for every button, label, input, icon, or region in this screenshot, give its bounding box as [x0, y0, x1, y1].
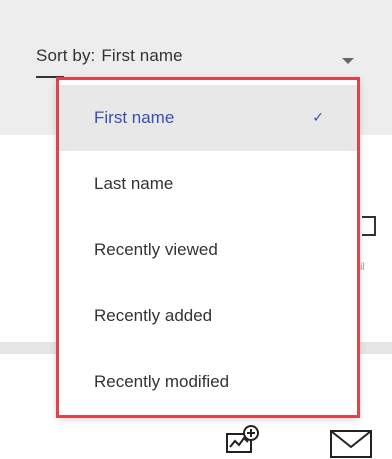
checkmark-icon: ✓: [312, 109, 324, 125]
option-label: Recently modified: [94, 372, 230, 391]
sort-current-value: First name: [101, 46, 183, 65]
edit-icon[interactable]: [362, 216, 376, 236]
option-label: First name: [94, 108, 175, 127]
mail-icon[interactable]: [330, 430, 372, 458]
sort-option-recently-added[interactable]: Recently added: [58, 283, 358, 349]
chart-plus-icon[interactable]: [226, 425, 260, 455]
sort-option-recently-viewed[interactable]: Recently viewed: [58, 217, 358, 283]
sort-option-last-name[interactable]: Last name: [58, 151, 358, 217]
sort-label: Sort by: First name: [36, 46, 183, 66]
sort-dropdown-menu: First name ✓ Last name Recently viewed R…: [58, 79, 358, 416]
sort-prefix: Sort by:: [36, 46, 96, 65]
option-label: Recently added: [94, 306, 213, 325]
sort-option-recently-modified[interactable]: Recently modified: [58, 349, 358, 415]
sort-underline: [36, 76, 64, 78]
background-label: il: [360, 262, 365, 273]
option-label: Recently viewed: [94, 240, 218, 259]
option-label: Last name: [94, 174, 174, 193]
chevron-down-icon[interactable]: [342, 58, 354, 64]
sort-option-first-name[interactable]: First name ✓: [58, 85, 358, 151]
sort-select[interactable]: Sort by: First name: [36, 46, 366, 78]
